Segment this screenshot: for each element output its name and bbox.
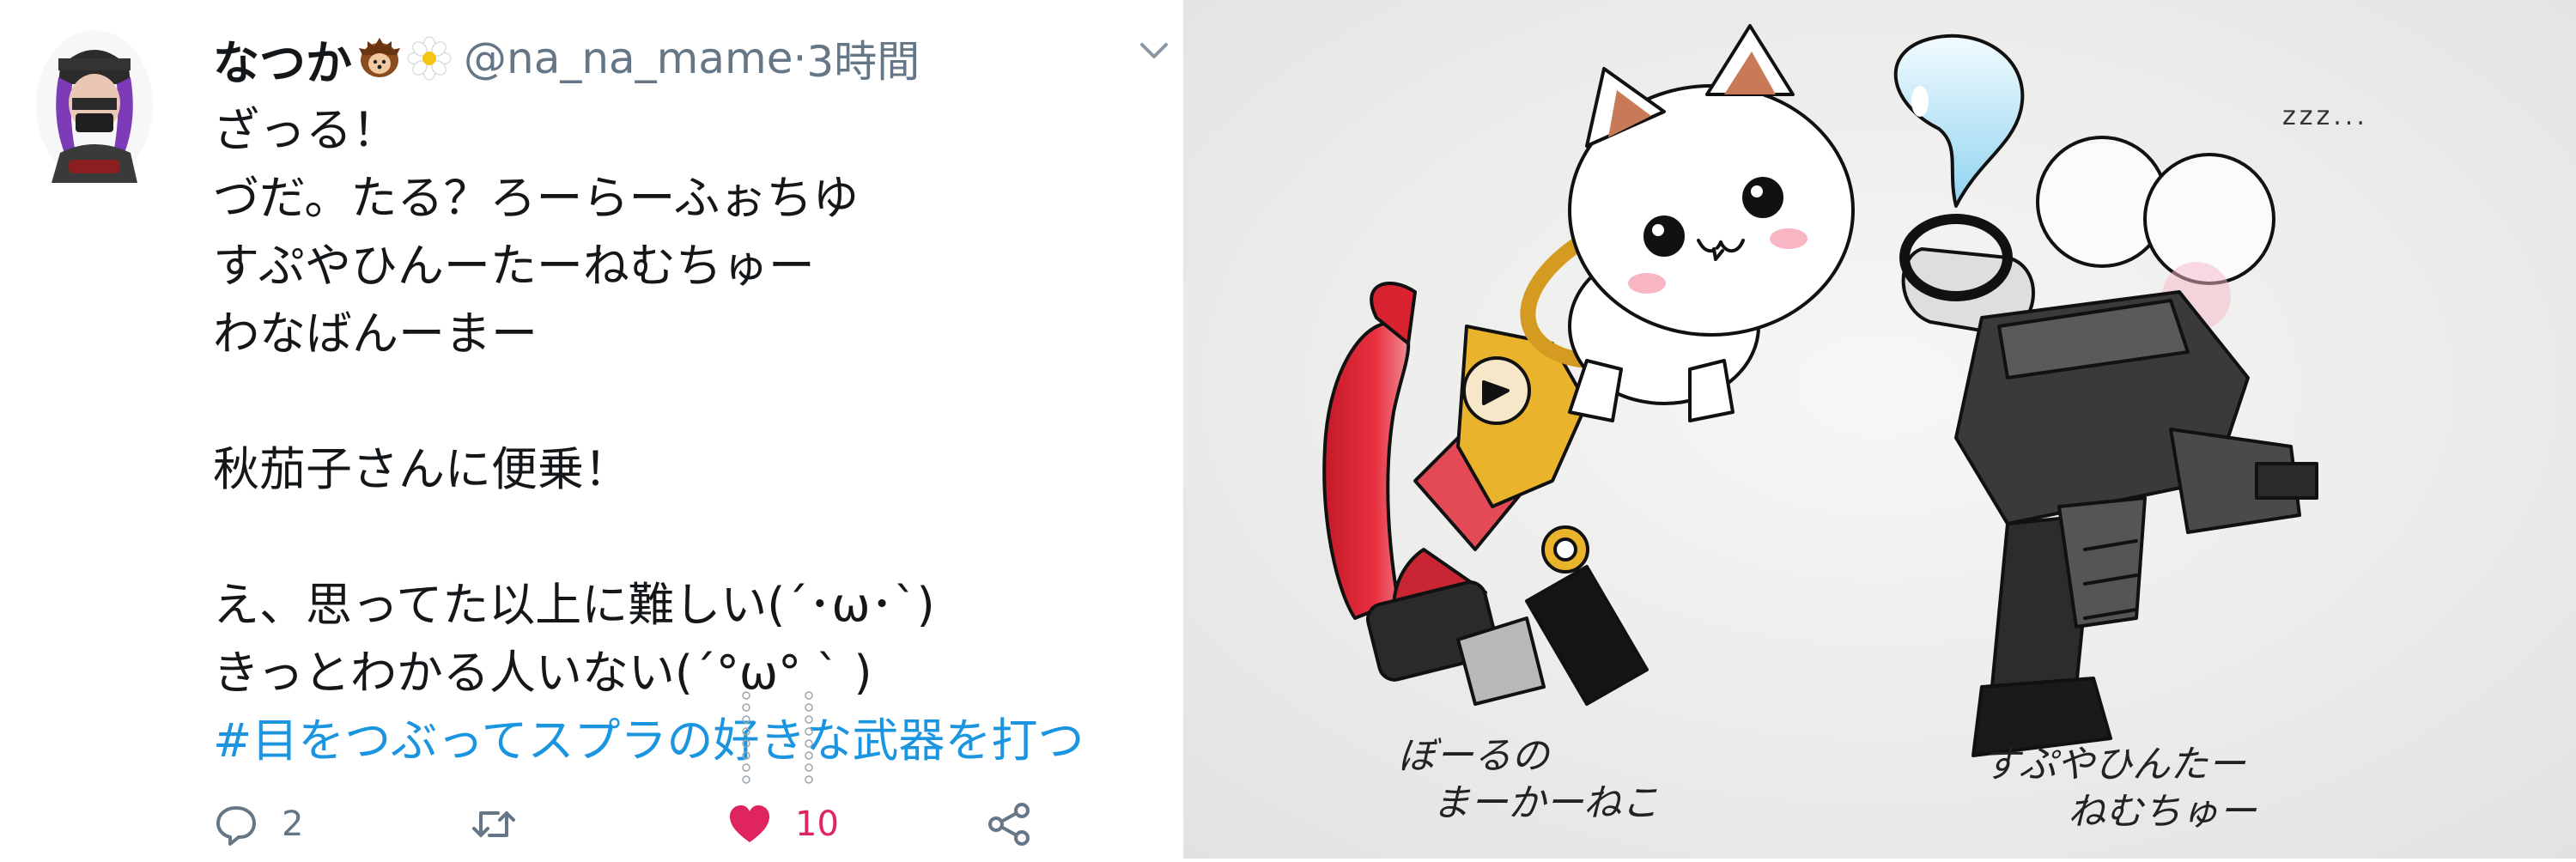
hedgehog-icon: [357, 36, 402, 81]
share-icon: [988, 803, 1030, 846]
tweet-line: え、思ってた以上に難しい(´･ω･`): [213, 578, 935, 632]
caption-left-line2: まーかーねこ: [1432, 781, 1659, 825]
reply-count: 2: [282, 804, 304, 844]
tweet-line: きっとわかる人いない(´°ω° ` ): [213, 646, 872, 700]
tweet-header: なつか @na_na_mame · 3時間: [213, 24, 920, 93]
reply-button[interactable]: 2: [213, 794, 303, 854]
like-button[interactable]: 10: [726, 794, 839, 854]
tweet-line: づだ。たる？ろーらーふぉちゆ: [213, 171, 860, 225]
dotted-mark: [805, 691, 813, 784]
dot-separator: ·: [793, 33, 807, 83]
zzz-label: zzz...: [2282, 101, 2368, 131]
hand-drawn-illustration: zzz... ぼーるの まーかーねこ すぷやひんたー ねむちゅー: [1183, 0, 2576, 859]
flower-icon: [407, 36, 452, 81]
like-count: 10: [795, 804, 839, 844]
avatar[interactable]: [34, 24, 155, 183]
tweet-line: すぷやひんーたーねむちゅー: [213, 239, 815, 293]
chevron-down-icon[interactable]: [1135, 34, 1173, 69]
timestamp[interactable]: 3時間: [806, 27, 920, 89]
share-button[interactable]: [986, 794, 1032, 854]
hashtag-link[interactable]: #目をつぶってスプラの好きな武器を打つ: [213, 707, 1175, 774]
retweet-button[interactable]: [471, 794, 539, 854]
tweet-line: 秋茄子さんに便乗！: [213, 442, 630, 496]
tweet-line-empty: [213, 503, 1175, 571]
tweet-actions: 2 10: [213, 794, 1072, 854]
caption-right-line2: ねむちゅー: [2068, 790, 2257, 834]
caption-left-line1: ぼーるの: [1398, 734, 1552, 778]
heart-icon: [730, 805, 769, 842]
dotted-mark: [742, 691, 750, 784]
retweet-icon: [472, 811, 515, 837]
caption-right-line1: すぷやひんたー: [1982, 743, 2246, 786]
display-name[interactable]: なつか: [213, 25, 352, 93]
user-handle[interactable]: @na_na_mame: [464, 33, 793, 83]
tweet-panel: なつか @na_na_mame · 3時間 ざっる！ づだ。たる？ろーらーふぉち…: [0, 0, 1183, 859]
reply-icon: [216, 806, 256, 846]
tweet-line: わなばんーまー: [213, 307, 538, 361]
drawing-photo: zzz... ぼーるの まーかーねこ すぷやひんたー ねむちゅー: [1183, 0, 2576, 859]
tweet-line: ざっる！: [213, 103, 398, 157]
tweet-text: ざっる！ づだ。たる？ろーらーふぉちゆ すぷやひんーたーねむちゅー わなばんーま…: [213, 96, 1175, 774]
tweet-line-empty: [213, 367, 1175, 435]
